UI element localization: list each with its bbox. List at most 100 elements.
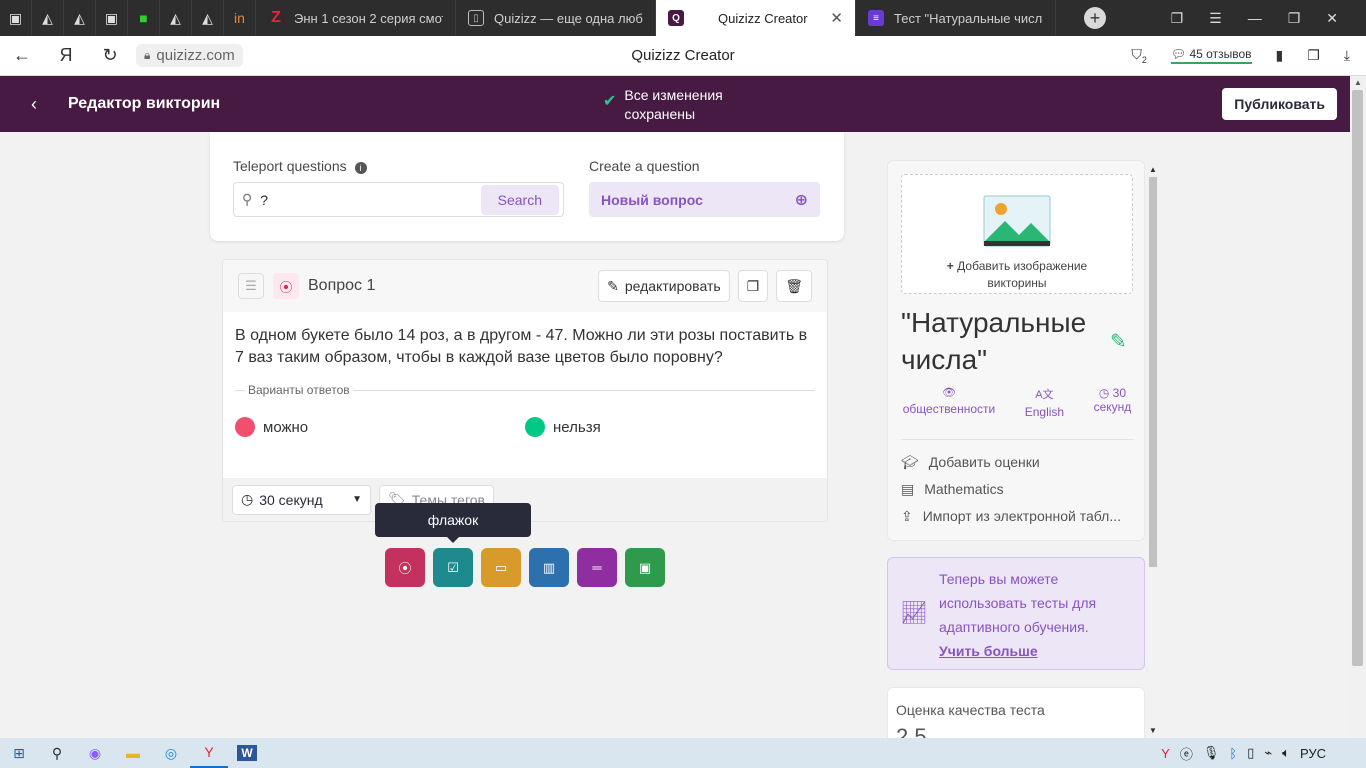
edit-title-icon[interactable]: ✎ xyxy=(1110,329,1127,354)
panel-scroll-thumb[interactable] xyxy=(1149,177,1157,567)
question-text: В одном букете было 14 роз, а в другом -… xyxy=(235,327,808,366)
new-question-label: Новый вопрос xyxy=(601,191,703,208)
reviews-text: 45 отзывов xyxy=(1189,46,1252,61)
pinned-tab[interactable]: ■ xyxy=(128,0,160,36)
usb-icon[interactable]: ▯ xyxy=(1247,745,1254,761)
yandex-tray-icon[interactable]: Y xyxy=(1161,746,1170,761)
save-status: ✔ Все изменения сохранены xyxy=(603,86,723,124)
question-card: ☰ ⦿ Вопрос 1 ✎ редактировать ❐ 🗑︎ В одно… xyxy=(222,259,828,522)
windows-start-icon[interactable]: ⊞ xyxy=(0,738,38,768)
download-icon[interactable]: ⤓ xyxy=(1344,47,1350,64)
pinned-tab[interactable]: ▣ xyxy=(96,0,128,36)
multiple-choice-type-button[interactable]: ⦿ xyxy=(385,548,425,587)
language-indicator[interactable]: РУС xyxy=(1300,746,1326,761)
promo-line-3: адаптивного обучения. xyxy=(939,619,1089,635)
duplicate-button[interactable]: ❐ xyxy=(737,270,769,302)
time-setting[interactable]: ◷ 30 секунд xyxy=(1094,386,1132,419)
bluetooth-icon[interactable]: ᛒ xyxy=(1229,746,1237,761)
edge-tray-icon[interactable]: ⓔ xyxy=(1180,744,1193,763)
file-explorer-icon[interactable]: ▬ xyxy=(114,738,152,768)
correct-dot-icon xyxy=(525,417,545,437)
answer-option: нельзя xyxy=(525,417,815,437)
slide-icon: ▣ xyxy=(638,559,652,575)
alice-icon[interactable]: ◉ xyxy=(76,738,114,768)
pinned-tab[interactable]: ◭ xyxy=(160,0,192,36)
answer-options: можно нельзя xyxy=(223,397,827,437)
scroll-up-icon[interactable]: ▲ xyxy=(1354,78,1362,87)
learn-more-link[interactable]: Учить больше xyxy=(939,639,1096,663)
page-scrollbar[interactable]: ▲ xyxy=(1350,76,1366,738)
plus-circle-icon: ⊕ xyxy=(794,191,808,209)
minimize-icon[interactable]: — xyxy=(1248,10,1262,26)
pinned-tab[interactable]: ◭ xyxy=(64,0,96,36)
add-quiz-image[interactable]: + Добавить изображение викторины xyxy=(901,174,1133,294)
search-icon[interactable]: ⚲ xyxy=(38,738,76,768)
pinned-tab[interactable]: ◭ xyxy=(192,0,224,36)
panel-scrollbar[interactable]: ▲ ▼ xyxy=(1147,165,1159,735)
subject-item[interactable]: ▤ Mathematics xyxy=(901,481,1004,498)
scroll-down-icon[interactable]: ▼ xyxy=(1149,726,1157,735)
chart-growth-icon: 📈︎ xyxy=(900,600,928,625)
checkbox-type-button[interactable]: ☑ xyxy=(433,548,473,587)
pinned-tab[interactable]: ▣ xyxy=(0,0,32,36)
microphone-icon[interactable]: 🎙︎ xyxy=(1203,745,1220,761)
info-icon[interactable]: i xyxy=(354,162,367,174)
new-question-button[interactable]: Новый вопрос ⊕ xyxy=(589,182,820,217)
reload-icon[interactable]: ↻ xyxy=(88,45,132,66)
delete-button[interactable]: 🗑︎ xyxy=(776,270,812,302)
network-icon[interactable]: ⌁ xyxy=(1264,745,1272,761)
add-grades-item[interactable]: 🎓︎ Добавить оценки xyxy=(901,454,1040,471)
tab-test[interactable]: ≡ Тест "Натуральные числа" xyxy=(856,0,1056,36)
scroll-thumb[interactable] xyxy=(1352,90,1363,666)
quizizz-logo-icon: Q xyxy=(668,10,684,26)
back-chevron-icon[interactable]: ‹ xyxy=(0,94,68,115)
protect-shield-icon[interactable]: ⛉2 xyxy=(1131,46,1147,65)
menu-icon[interactable]: ☰ xyxy=(1209,10,1222,27)
pinned-tab[interactable]: in xyxy=(224,0,256,36)
url-field[interactable]: 🔒︎ quizizz.com xyxy=(136,44,243,67)
drag-handle-icon[interactable]: ☰ xyxy=(238,273,264,299)
close-window-icon[interactable]: ✕ xyxy=(1326,10,1338,27)
edit-button[interactable]: ✎ редактировать xyxy=(598,270,730,302)
scroll-up-icon[interactable]: ▲ xyxy=(1149,165,1157,174)
edge-icon[interactable]: ◎ xyxy=(152,738,190,768)
slide-type-button[interactable]: ▣ xyxy=(625,548,665,587)
extensions-icon[interactable]: ❐ xyxy=(1307,47,1320,64)
import-item[interactable]: ⇪ Импорт из электронной табл... xyxy=(901,508,1121,525)
promo-line-1: Теперь вы можете xyxy=(939,571,1059,587)
language-setting[interactable]: A文 English xyxy=(1025,386,1064,419)
url-text: quizizz.com xyxy=(156,47,235,64)
yandex-icon[interactable]: Я xyxy=(44,45,88,66)
close-tab-icon[interactable]: ✕ xyxy=(830,9,843,27)
reviews-button[interactable]: 💬︎ 45 отзывов xyxy=(1170,46,1252,64)
multiple-choice-icon: ⦿ xyxy=(273,273,299,299)
editor-title: Редактор викторин xyxy=(68,95,221,112)
tab-quizizz-article[interactable]: ▯ Quizizz — еще одна любопытная xyxy=(456,0,656,36)
bookmark-icon[interactable]: ▮ xyxy=(1276,47,1284,64)
word-icon[interactable]: W xyxy=(228,738,266,768)
bookmarks-icon[interactable]: ❐ xyxy=(1171,10,1184,27)
tab-anne[interactable]: Z Энн 1 сезон 2 серия смотреть xyxy=(256,0,456,36)
tab-quizizz-creator[interactable]: Q Quizizz Creator ✕ xyxy=(656,0,856,36)
yandex-browser-icon[interactable]: Y xyxy=(190,738,228,768)
document-icon: ▯ xyxy=(468,10,484,26)
search-input[interactable]: ? xyxy=(260,192,472,208)
time-select[interactable]: ◷ 30 секунд ▼ xyxy=(232,484,371,515)
publish-button[interactable]: Публиковать xyxy=(1222,88,1337,120)
back-icon[interactable]: ← xyxy=(0,45,44,66)
volume-icon[interactable]: 🔈︎ xyxy=(1282,745,1290,761)
fill-blank-type-button[interactable]: ▭ xyxy=(481,548,521,587)
answers-label: Варианты ответов xyxy=(245,383,353,397)
pinned-tab[interactable]: ◭ xyxy=(32,0,64,36)
restore-icon[interactable]: ❐ xyxy=(1288,10,1301,27)
visibility-setting[interactable]: 👁︎ общественности xyxy=(903,386,996,419)
browser-tab-bar: ▣ ◭ ◭ ▣ ■ ◭ ◭ in Z Энн 1 сезон 2 серия с… xyxy=(0,0,1366,36)
translate-icon: A文 xyxy=(1035,389,1054,401)
image-placeholder-icon xyxy=(983,195,1051,247)
caret-down-icon: ▼ xyxy=(352,494,362,505)
new-tab-button[interactable]: + xyxy=(1084,7,1106,29)
search-button[interactable]: Search xyxy=(480,184,559,215)
incorrect-dot-icon xyxy=(235,417,255,437)
poll-type-button[interactable]: ▥ xyxy=(529,548,569,587)
open-ended-type-button[interactable]: ═ xyxy=(577,548,617,587)
